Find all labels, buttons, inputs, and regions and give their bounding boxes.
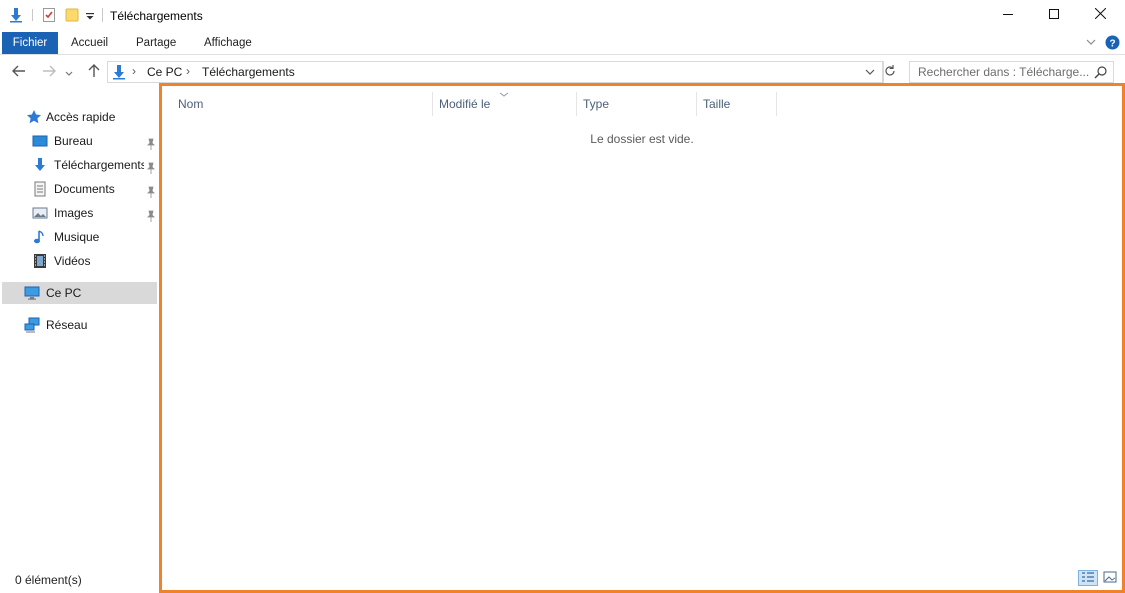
navigation-pane: Accès rapide Bureau Téléchargements Docu…: [0, 88, 160, 568]
maximize-button[interactable]: [1031, 0, 1077, 30]
download-arrow-icon: [111, 64, 127, 83]
status-item-count: 0 élément(s): [15, 573, 82, 587]
back-arrow-icon: [12, 64, 26, 80]
breadcrumb-ce-pc[interactable]: Ce PC: [147, 65, 182, 79]
large-icons-view-icon: [1103, 571, 1117, 586]
minimize-icon: [1003, 8, 1013, 22]
sidebar-item-acces-rapide[interactable]: Accès rapide: [24, 106, 154, 128]
details-view-icon: [1081, 571, 1095, 586]
up-button[interactable]: [83, 62, 105, 82]
download-arrow-icon: [8, 7, 24, 23]
tab-fichier[interactable]: Fichier: [2, 32, 58, 54]
sidebar-item-images[interactable]: Images: [32, 202, 156, 224]
sidebar-item-bureau[interactable]: Bureau: [32, 130, 156, 152]
tab-partage[interactable]: Partage: [122, 32, 190, 54]
sort-indicator-icon: [499, 83, 509, 107]
svg-text:?: ?: [1109, 39, 1115, 50]
download-arrow-icon: [32, 157, 48, 173]
refresh-icon[interactable]: [883, 64, 897, 81]
sidebar-item-label: Réseau: [46, 318, 88, 332]
sidebar-item-label: Documents: [54, 182, 115, 196]
pin-icon[interactable]: [146, 159, 156, 174]
recent-locations-button[interactable]: [62, 62, 76, 82]
sidebar-item-label: Vidéos: [54, 254, 91, 268]
search-box[interactable]: [909, 61, 1114, 83]
properties-icon[interactable]: [41, 7, 57, 23]
sidebar-item-reseau[interactable]: Réseau: [24, 314, 154, 336]
sidebar-item-ce-pc[interactable]: Ce PC: [2, 282, 157, 304]
maximize-icon: [1049, 8, 1059, 22]
expand-ribbon-icon[interactable]: [1085, 36, 1097, 51]
pin-icon[interactable]: [146, 183, 156, 198]
back-button[interactable]: [8, 62, 30, 82]
column-header-taille[interactable]: Taille: [697, 92, 777, 116]
forward-arrow-icon: [42, 64, 56, 80]
divider: [102, 8, 103, 22]
customize-toolbar-dropdown-icon[interactable]: [84, 7, 96, 23]
sidebar-item-videos[interactable]: Vidéos: [32, 250, 156, 272]
forward-button[interactable]: [38, 62, 60, 82]
column-header-label: Taille: [703, 97, 731, 111]
sidebar-item-label: Téléchargements: [54, 158, 144, 172]
sidebar-item-documents[interactable]: Documents: [32, 178, 156, 200]
sidebar-item-label: Ce PC: [46, 286, 82, 300]
column-header-label: Nom: [178, 97, 204, 111]
chevron-down-icon: [65, 64, 73, 80]
computer-icon: [24, 285, 40, 301]
up-arrow-icon: [88, 63, 100, 81]
close-icon: [1094, 7, 1106, 22]
title-bar: Téléchargements: [0, 0, 1125, 32]
search-icon[interactable]: [1094, 65, 1108, 82]
documents-icon: [32, 181, 48, 197]
column-header-label: Modifié le: [439, 97, 491, 111]
address-row: › Ce PC › Téléchargements: [0, 58, 1125, 86]
film-icon: [32, 253, 48, 269]
file-list-pane[interactable]: Nom Modifié le Type Taille Le dossier es…: [159, 83, 1125, 593]
address-dropdown-icon[interactable]: [864, 66, 876, 81]
large-icons-view-button[interactable]: [1100, 570, 1120, 586]
desktop-icon: [32, 133, 48, 149]
breadcrumb-separator-icon[interactable]: ›: [186, 64, 190, 78]
music-note-icon: [32, 229, 48, 245]
sidebar-item-label: Musique: [54, 230, 100, 244]
details-view-button[interactable]: [1078, 570, 1098, 586]
help-icon[interactable]: ?: [1105, 35, 1120, 53]
sidebar-item-label: Accès rapide: [46, 110, 116, 124]
window-title: Téléchargements: [110, 9, 203, 23]
close-button[interactable]: [1077, 0, 1123, 30]
sidebar-item-telechargements[interactable]: Téléchargements: [32, 154, 156, 176]
pin-icon[interactable]: [146, 207, 156, 222]
sidebar-item-label: Bureau: [54, 134, 93, 148]
minimize-button[interactable]: [985, 0, 1031, 30]
search-input[interactable]: [918, 64, 1093, 80]
sidebar-item-label: Images: [54, 206, 94, 220]
breadcrumb-separator-icon[interactable]: ›: [132, 64, 136, 78]
breadcrumb-telechargements[interactable]: Téléchargements: [202, 65, 295, 79]
pin-icon[interactable]: [146, 135, 156, 150]
column-header-nom[interactable]: Nom: [172, 92, 433, 116]
ribbon-tabs: Fichier Accueil Partage Affichage ?: [0, 32, 1125, 55]
tab-affichage[interactable]: Affichage: [190, 32, 266, 54]
column-header-label: Type: [583, 97, 610, 111]
address-bar[interactable]: › Ce PC › Téléchargements: [107, 61, 884, 83]
star-icon: [26, 109, 42, 125]
sidebar-item-musique[interactable]: Musique: [32, 226, 156, 248]
images-icon: [32, 205, 48, 221]
column-header-type[interactable]: Type: [577, 92, 697, 116]
column-header-modifie-le[interactable]: Modifié le: [433, 92, 577, 116]
network-icon: [24, 317, 40, 333]
empty-folder-message: Le dossier est vide.: [590, 132, 694, 146]
tab-accueil[interactable]: Accueil: [57, 32, 122, 54]
new-folder-icon[interactable]: [64, 7, 80, 23]
divider: [32, 9, 33, 21]
